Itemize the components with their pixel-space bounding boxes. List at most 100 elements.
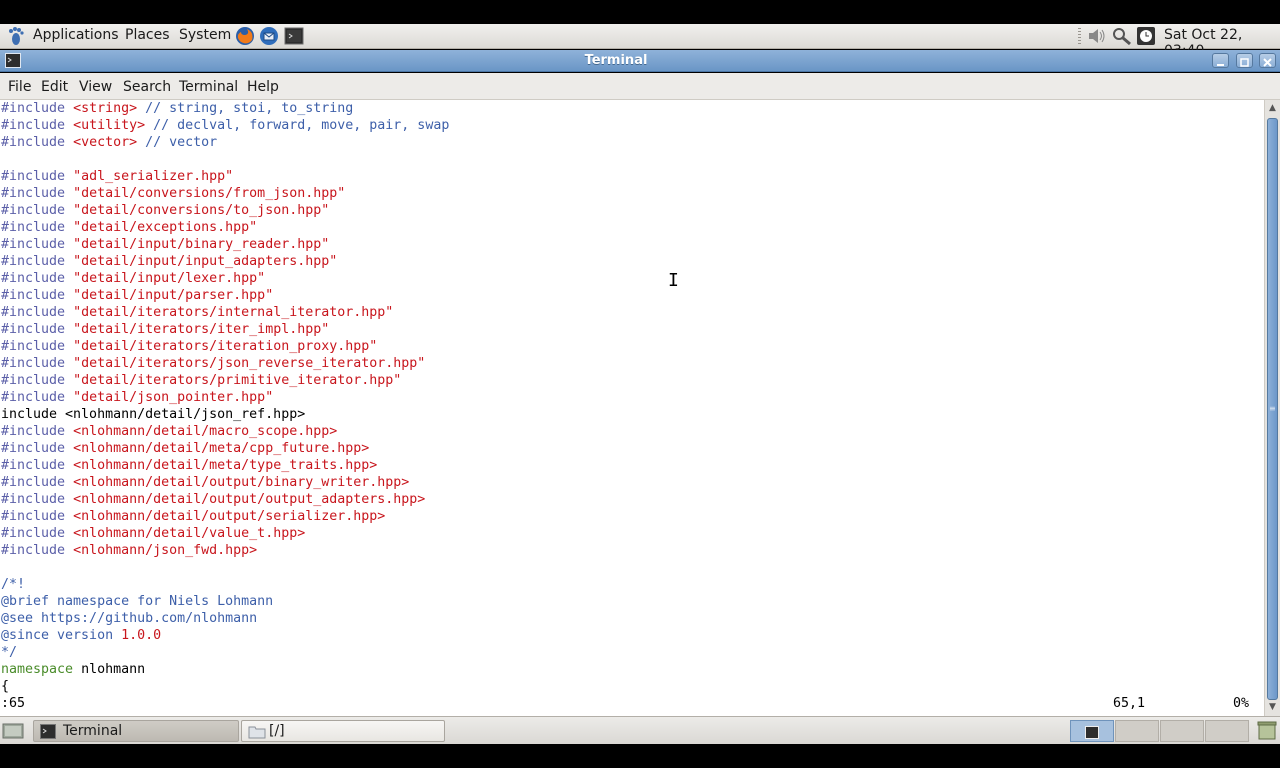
code-token: #include xyxy=(1,543,74,558)
screen-bottom-border xyxy=(0,744,1280,768)
scroll-percent: 0% xyxy=(1233,696,1250,711)
code-token: #include xyxy=(1,135,74,150)
code-token: @since version xyxy=(1,628,122,643)
code-line: #include <nlohmann/detail/output/seriali… xyxy=(1,508,449,525)
code-token: #include xyxy=(1,186,74,201)
window-title: Terminal xyxy=(584,53,648,68)
scroll-down-arrow-icon[interactable]: ▼ xyxy=(1269,702,1276,712)
code-token: <nlohmann/detail/meta/cpp_future.hpp> xyxy=(73,441,370,456)
code-line: #include <nlohmann/detail/meta/cpp_futur… xyxy=(1,440,449,457)
code-token: <vector> xyxy=(73,135,138,150)
workspace-1[interactable] xyxy=(1070,720,1114,742)
code-token: #include xyxy=(1,118,74,133)
code-line: namespace nlohmann xyxy=(1,661,449,678)
code-token: 1.0.0 xyxy=(121,628,162,643)
code-line: #include <nlohmann/detail/output/output_… xyxy=(1,491,449,508)
code-token: <string> xyxy=(73,101,138,116)
terminal-mini-icon xyxy=(1085,724,1099,743)
code-token: "detail/iterators/internal_iterator.hpp" xyxy=(73,305,394,320)
code-token: /*! xyxy=(1,577,26,592)
firefox-icon[interactable] xyxy=(235,26,255,46)
code-token: <nlohmann/detail/output/serializer.hpp> xyxy=(73,509,386,524)
grip-icon: ≡ xyxy=(1269,404,1276,413)
code-token: #include xyxy=(1,526,74,541)
workspace-2[interactable] xyxy=(1115,720,1159,742)
code-token: @brief namespace for Niels Lohmann xyxy=(1,594,274,609)
code-token: "detail/input/input_adapters.hpp" xyxy=(73,254,338,269)
task-label: [/] xyxy=(269,723,285,739)
code-token: // string, stoi, to_string xyxy=(137,101,354,116)
code-token: { xyxy=(1,679,10,694)
workspace-3[interactable] xyxy=(1160,720,1204,742)
code-token: @see https://github.com/nlohmann xyxy=(1,611,258,626)
code-token: #include xyxy=(1,101,74,116)
network-icon[interactable] xyxy=(1112,27,1132,49)
code-token: <nlohmann/detail/value_t.hpp> xyxy=(73,526,306,541)
code-token: "detail/input/parser.hpp" xyxy=(73,288,274,303)
code-token: <nlohmann/detail/output/binary_writer.hp… xyxy=(73,475,410,490)
menu-edit[interactable]: Edit xyxy=(41,79,68,95)
code-token: #include xyxy=(1,305,74,320)
thunderbird-icon[interactable] xyxy=(259,26,279,46)
code-token: "detail/json_pointer.hpp" xyxy=(73,390,274,405)
code-line: #include "detail/input/parser.hpp" xyxy=(1,287,449,304)
code-token: */ xyxy=(1,645,18,660)
code-line: #include "detail/json_pointer.hpp" xyxy=(1,389,449,406)
menu-view[interactable]: View xyxy=(79,79,112,95)
code-token: #include xyxy=(1,169,74,184)
code-line: @since version 1.0.0 xyxy=(1,627,449,644)
code-token: "detail/iterators/json_reverse_iterator.… xyxy=(73,356,426,371)
code-token: "detail/conversions/to_json.hpp" xyxy=(73,203,330,218)
clock-icon xyxy=(1136,27,1156,49)
window-titlebar[interactable]: Terminal xyxy=(0,50,1280,72)
code-line: { xyxy=(1,678,449,695)
terminal-launcher-icon[interactable] xyxy=(284,26,304,46)
code-line: #include <nlohmann/json_fwd.hpp> xyxy=(1,542,449,559)
code-token: <nlohmann/detail/macro_scope.hpp> xyxy=(73,424,338,439)
menu-terminal[interactable]: Terminal xyxy=(179,79,238,95)
minimize-button[interactable] xyxy=(1212,53,1229,68)
taskbar-file-browser[interactable]: [/] xyxy=(241,720,445,742)
vim-command-line[interactable]: :65 xyxy=(1,696,25,711)
terminal-content[interactable]: #include <string> // string, stoi, to_st… xyxy=(0,100,1264,716)
close-button[interactable] xyxy=(1259,53,1276,68)
code-token: #include xyxy=(1,339,74,354)
code-line: #include "detail/iterators/json_reverse_… xyxy=(1,355,449,372)
workspace-4[interactable] xyxy=(1205,720,1249,742)
code-line: #include "detail/input/input_adapters.hp… xyxy=(1,253,449,270)
code-token: "detail/iterators/primitive_iterator.hpp… xyxy=(73,373,402,388)
code-line: #include "detail/input/binary_reader.hpp… xyxy=(1,236,449,253)
code-line: #include "detail/iterators/internal_iter… xyxy=(1,304,449,321)
bottom-panel: Terminal [/] xyxy=(0,716,1280,744)
maximize-button[interactable] xyxy=(1236,53,1253,68)
code-token: // vector xyxy=(137,135,218,150)
folder-icon xyxy=(248,724,266,743)
code-line: */ xyxy=(1,644,449,661)
code-token: #include xyxy=(1,254,74,269)
menu-help[interactable]: Help xyxy=(247,79,279,95)
code-line: #include "adl_serializer.hpp" xyxy=(1,168,449,185)
terminal-menubar: File Edit View Search Terminal Help xyxy=(0,73,1280,100)
code-token: #include xyxy=(1,509,74,524)
menu-search[interactable]: Search xyxy=(123,79,171,95)
code-token: #include xyxy=(1,288,74,303)
code-line: #include <nlohmann/detail/macro_scope.hp… xyxy=(1,423,449,440)
terminal-task-icon xyxy=(40,724,56,743)
scrollbar-thumb[interactable]: ≡ xyxy=(1267,118,1278,700)
code-line: #include "detail/iterators/iter_impl.hpp… xyxy=(1,321,449,338)
vertical-scrollbar[interactable]: ▲ ≡ ▼ xyxy=(1264,100,1280,716)
system-menu[interactable]: System xyxy=(179,27,231,43)
code-line: #include "detail/exceptions.hpp" xyxy=(1,219,449,236)
places-menu[interactable]: Places xyxy=(125,27,170,43)
show-desktop-icon[interactable] xyxy=(2,722,24,744)
volume-icon[interactable] xyxy=(1087,27,1107,49)
applications-menu[interactable]: Applications xyxy=(33,27,119,43)
code-line: #include <nlohmann/detail/value_t.hpp> xyxy=(1,525,449,542)
menu-file[interactable]: File xyxy=(8,79,31,95)
scroll-up-arrow-icon[interactable]: ▲ xyxy=(1269,103,1276,113)
taskbar-terminal[interactable]: Terminal xyxy=(33,720,239,742)
trash-icon[interactable] xyxy=(1256,720,1278,744)
code-line: #include <utility> // declval, forward, … xyxy=(1,117,449,134)
gnome-foot-icon[interactable] xyxy=(7,26,25,50)
code-line: #include "detail/input/lexer.hpp" xyxy=(1,270,449,287)
